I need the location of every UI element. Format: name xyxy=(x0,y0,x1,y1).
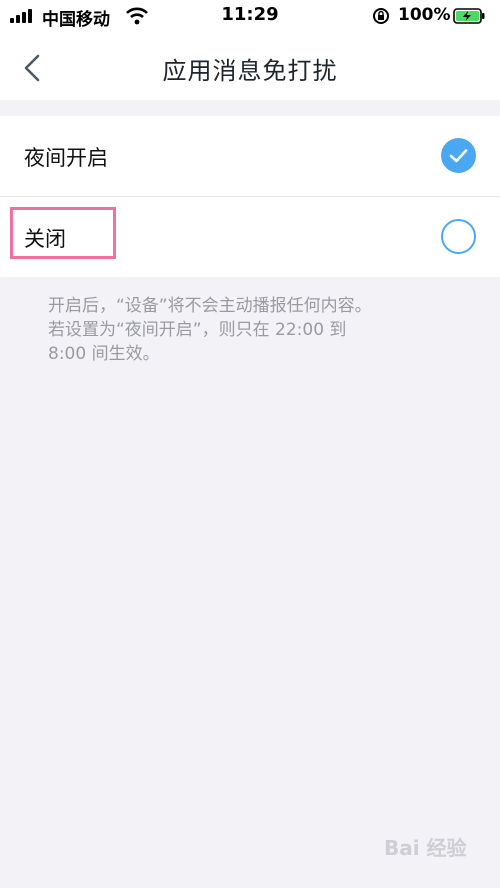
hint-line: 8:00 间生效。 xyxy=(48,344,160,364)
watermark-logo: Bai 经验 xyxy=(384,836,467,860)
battery-charging-icon xyxy=(453,8,485,24)
page-title: 应用消息免打扰 xyxy=(162,57,338,85)
option-list: 夜间开启 关闭 xyxy=(0,116,500,277)
option-off[interactable]: 关闭 xyxy=(0,196,500,277)
screen: 中国移动 11:29 100% 应用消息免打扰 夜间开启 关闭 开启后，“设备”… xyxy=(0,0,500,888)
option-label: 关闭 xyxy=(24,227,66,251)
option-night-on[interactable]: 夜间开启 xyxy=(0,116,500,196)
battery-percent: 100% xyxy=(398,5,451,25)
option-label: 夜间开启 xyxy=(24,146,108,170)
checkmark-icon xyxy=(449,149,468,163)
radio-selected[interactable] xyxy=(441,138,476,173)
hint-line: 若设置为“夜间开启”，则只在 22:00 到 xyxy=(48,320,347,340)
hint-line: 开启后，“设备”将不会主动播报任何内容。 xyxy=(48,296,372,316)
status-bar: 中国移动 11:29 100% xyxy=(0,0,500,34)
nav-bar: 应用消息免打扰 xyxy=(0,34,500,100)
rotation-lock-icon xyxy=(373,8,389,24)
hint-text: 开启后，“设备”将不会主动播报任何内容。 若设置为“夜间开启”，则只在 22:0… xyxy=(48,294,468,366)
radio-unselected[interactable] xyxy=(441,219,476,254)
